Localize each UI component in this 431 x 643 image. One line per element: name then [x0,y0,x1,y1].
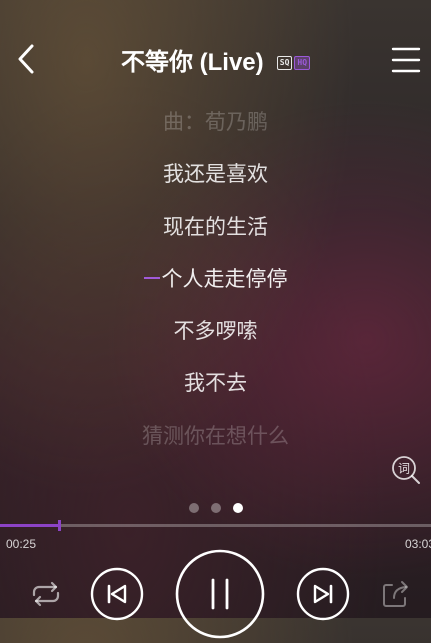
previous-button[interactable] [90,567,144,621]
lyric-line: 我还是喜欢 [163,162,268,186]
current-line-marker [143,277,160,279]
lyrics-search-label: 词 [398,462,410,476]
progress-bar[interactable] [0,520,431,531]
lyric-line: 我不去 [184,371,247,395]
lyric-line: 曲：荀乃鹏 [163,110,268,134]
progress-thumb[interactable] [58,520,62,531]
next-button[interactable] [296,567,350,621]
current-time: 00:25 [6,537,37,551]
lyric-line: 不多啰嗦 [173,319,258,343]
hq-badge: HQ [294,55,311,70]
page-dot-active[interactable] [232,503,243,513]
pause-icon [175,549,265,639]
hamburger-icon [391,47,421,73]
song-title: 不等你 (Live) [120,49,264,76]
total-time: 03:03 [404,537,431,551]
sq-badge: SQ [276,55,293,70]
lyric-line: 现在的生活 [163,215,268,239]
next-track-icon [296,567,350,621]
page-dot[interactable] [210,503,221,513]
lyrics-search-icon: 词 [392,456,420,484]
share-button[interactable] [380,578,412,610]
share-icon [383,581,408,607]
menu-button[interactable] [391,46,421,74]
page-dot[interactable] [188,503,199,513]
header: 不等你 (Live) SQ HQ [0,34,431,84]
previous-track-icon [90,567,144,621]
progress-fill [0,524,60,527]
lyrics-search-button[interactable]: 词 [391,455,421,485]
quality-badges: SQ HQ [276,50,311,70]
lyric-line-current: 个人走走停停 [0,253,431,305]
repeat-button[interactable] [28,580,64,608]
title-area: 不等你 (Live) SQ HQ [0,42,431,77]
repeat-icon [32,581,60,607]
lyric-line: 猜测你在想什么 [142,424,289,448]
page-indicator [0,498,431,517]
pause-button[interactable] [175,549,265,639]
